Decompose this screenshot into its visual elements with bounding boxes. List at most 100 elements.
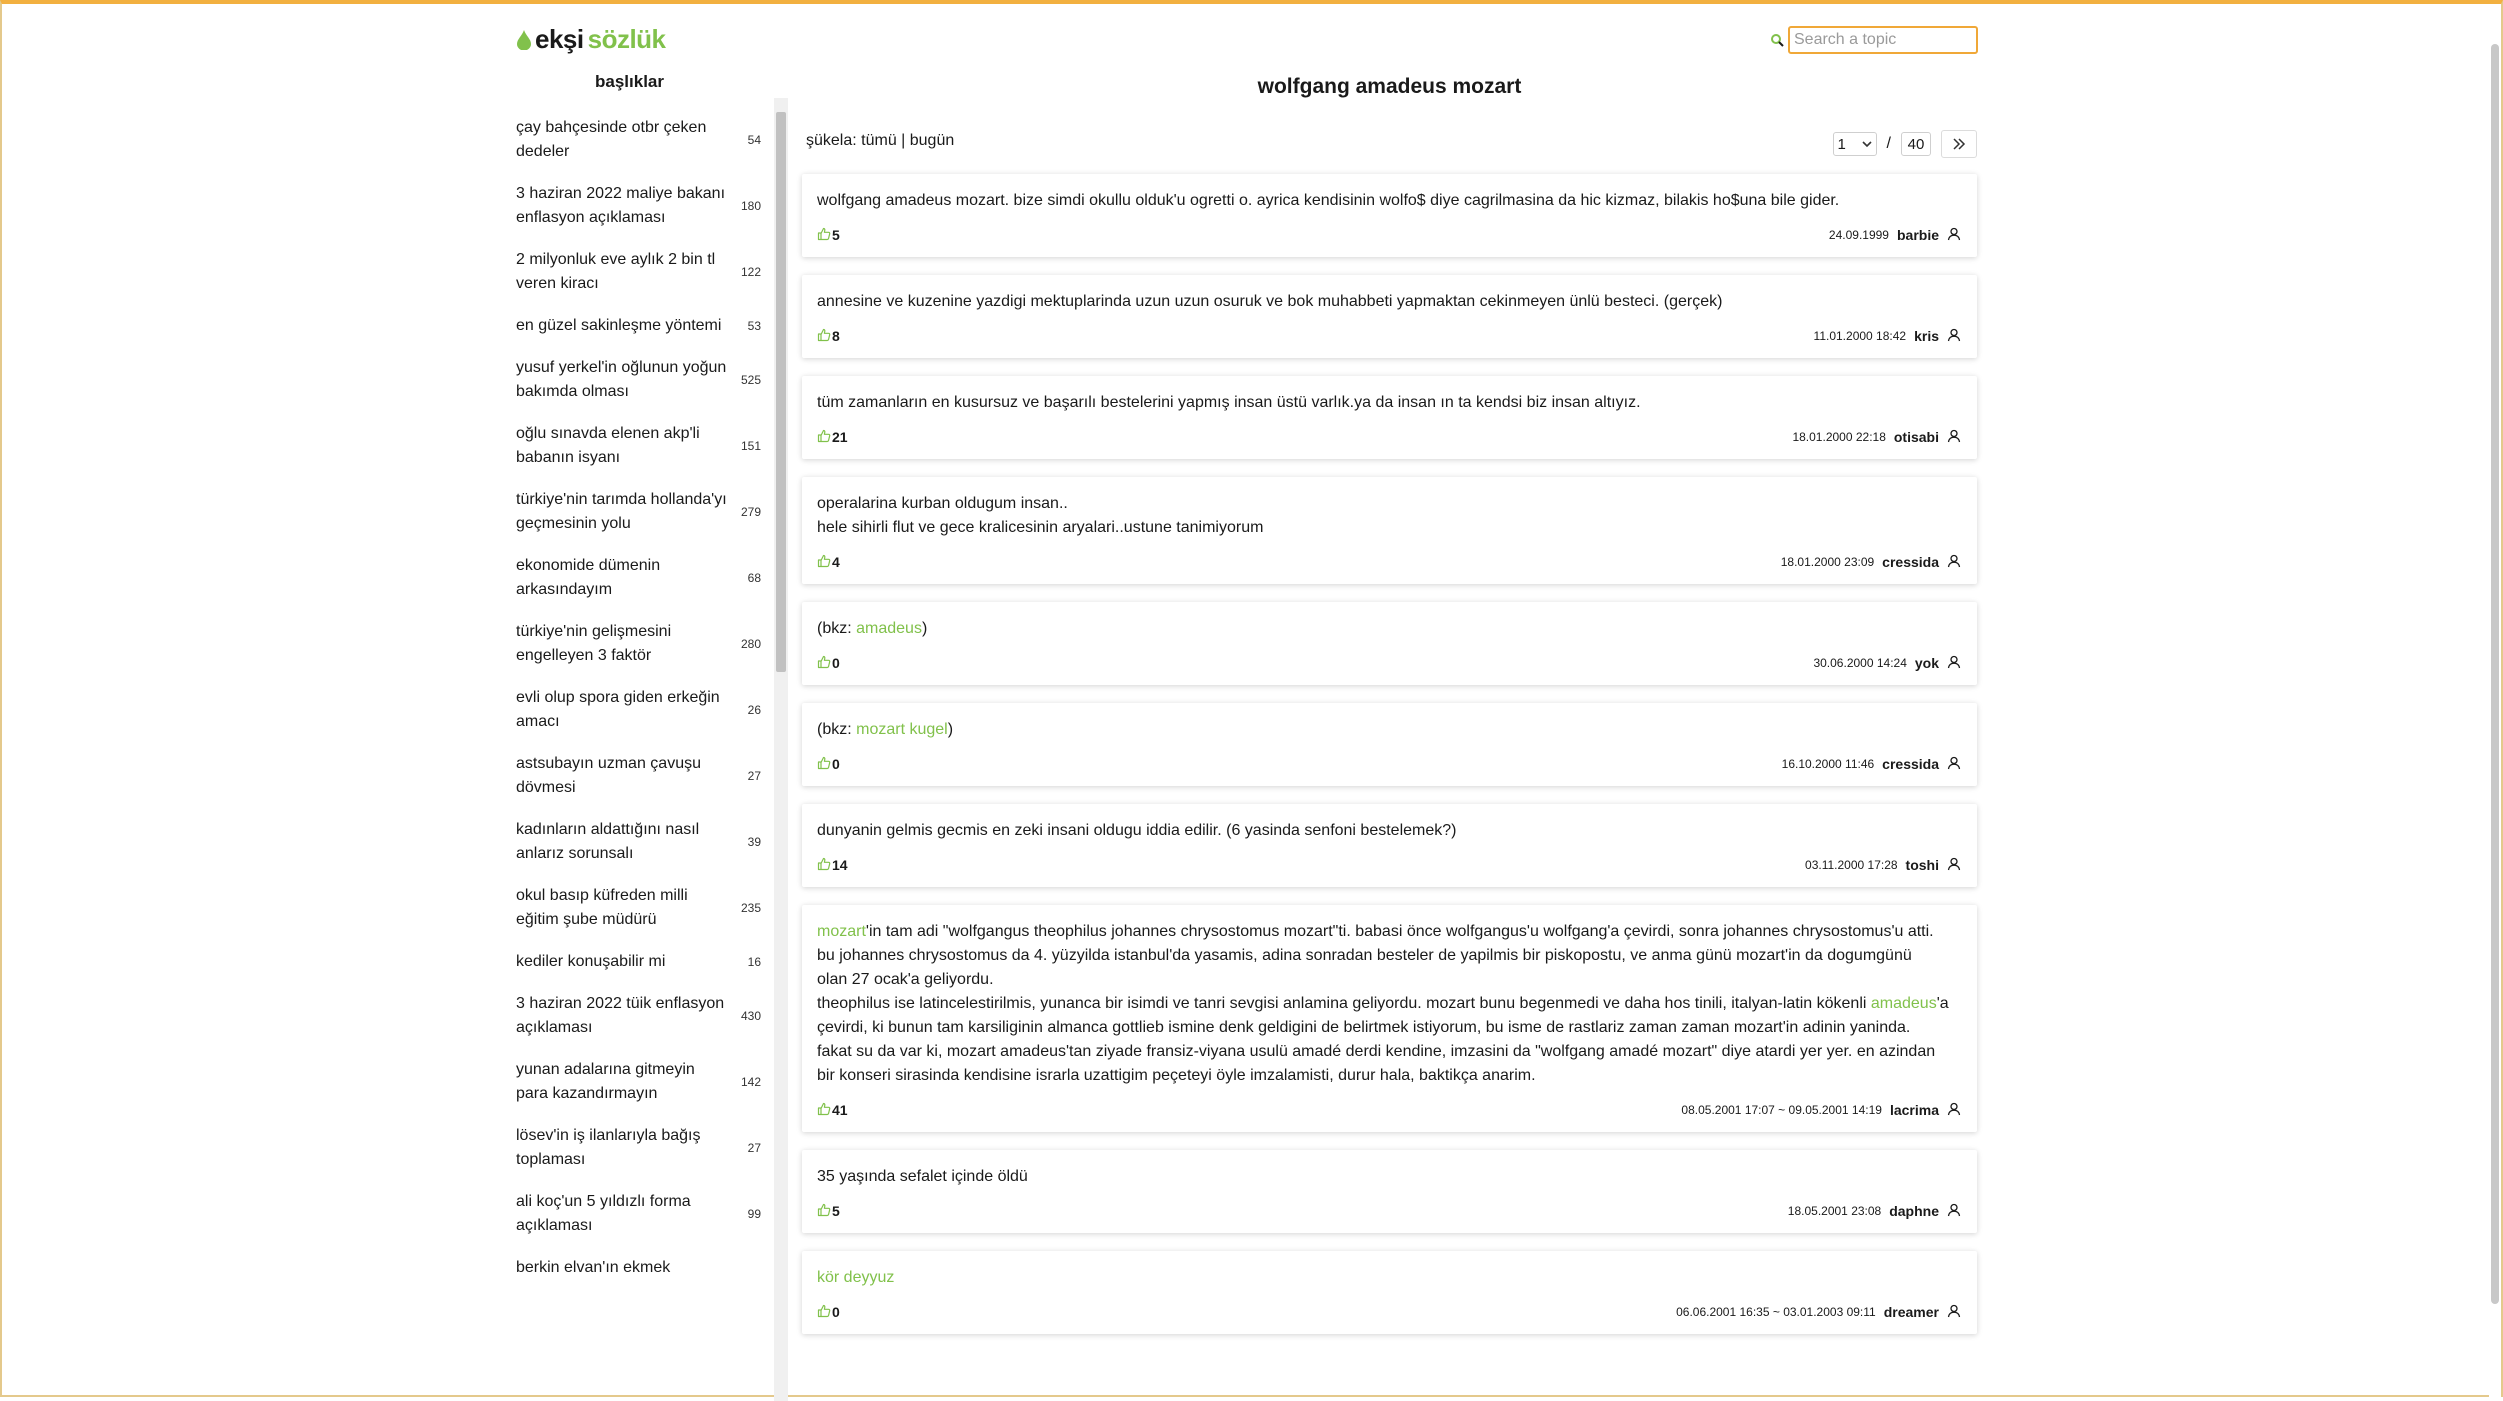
- favorite-button[interactable]: 14: [817, 857, 848, 874]
- user-icon[interactable]: [1947, 1304, 1961, 1321]
- sidebar: başlıklar çay bahçesinde otbr çeken dede…: [497, 64, 792, 1401]
- entry-author[interactable]: cressida: [1882, 756, 1939, 772]
- entry-date[interactable]: 18.01.2000 22:18: [1792, 430, 1885, 444]
- entry-author[interactable]: lacrima: [1890, 1102, 1939, 1118]
- entry-author[interactable]: kris: [1914, 328, 1939, 344]
- topic-item[interactable]: yusuf yerkel'in oğlunun yoğun bakımda ol…: [497, 347, 767, 413]
- entry-date[interactable]: 30.06.2000 14:24: [1813, 656, 1906, 670]
- entry-author[interactable]: yok: [1915, 655, 1939, 671]
- favorite-count: 41: [832, 1102, 848, 1118]
- entry-date[interactable]: 03.11.2000 17:28: [1805, 858, 1898, 872]
- double-chevron-right-icon: [1953, 138, 1966, 150]
- favorite-button[interactable]: 41: [817, 1102, 848, 1119]
- entry-text-segment: 35 yaşında sefalet içinde öldü: [817, 1168, 1028, 1185]
- total-pages[interactable]: 40: [1901, 132, 1931, 156]
- page-title[interactable]: wolfgang amadeus mozart: [802, 72, 1977, 102]
- topic-item[interactable]: türkiye'nin tarımda hollanda'yı geçmesin…: [497, 479, 767, 545]
- entry-meta: 16.10.2000 11:46 cressida: [1782, 756, 1961, 773]
- thumbs-up-icon: [817, 1203, 831, 1220]
- entry-date[interactable]: 18.01.2000 23:09: [1781, 555, 1874, 569]
- topic-item[interactable]: en güzel sakinleşme yöntemi 53: [497, 305, 767, 347]
- topic-item[interactable]: evli olup spora giden erkeğin amacı 26: [497, 677, 767, 743]
- user-icon[interactable]: [1947, 554, 1961, 571]
- site-logo[interactable]: ekşi sözlük: [517, 24, 666, 55]
- next-page-button[interactable]: [1941, 130, 1977, 158]
- entry-author[interactable]: barbie: [1897, 227, 1939, 243]
- entry-text: operalarina kurban oldugum insan.. hele …: [817, 492, 1961, 540]
- user-icon[interactable]: [1947, 328, 1961, 345]
- topic-item[interactable]: kadınların aldattığını nasıl anlarız sor…: [497, 809, 767, 875]
- favorite-button[interactable]: 0: [817, 1304, 840, 1321]
- entry-reference-link[interactable]: amadeus: [856, 620, 922, 637]
- favorite-button[interactable]: 0: [817, 756, 840, 773]
- entry-text: kör deyyuz: [817, 1266, 1961, 1290]
- entry-author[interactable]: toshi: [1906, 857, 1939, 873]
- user-icon[interactable]: [1947, 655, 1961, 672]
- entry-date[interactable]: 16.10.2000 11:46: [1782, 757, 1875, 771]
- favorite-button[interactable]: 4: [817, 554, 840, 571]
- topic-item[interactable]: 3 haziran 2022 maliye bakanı enflasyon a…: [497, 173, 767, 239]
- user-icon[interactable]: [1947, 429, 1961, 446]
- drop-logo-icon: [517, 29, 531, 50]
- topic-item[interactable]: astsubayın uzman çavuşu dövmesi 27: [497, 743, 767, 809]
- entry-date[interactable]: 18.05.2001 23:08: [1788, 1204, 1881, 1218]
- entry-reference-link[interactable]: mozart kugel: [856, 721, 948, 738]
- entry-text-segment: 'in tam adi "wolfgangus theophilus johan…: [817, 923, 1934, 1012]
- topic-item[interactable]: kediler konuşabilir mi 16: [497, 941, 767, 983]
- search-icon[interactable]: [1770, 33, 1784, 47]
- entry-date[interactable]: 08.05.2001 17:07 ~ 09.05.2001 14:19: [1681, 1103, 1882, 1117]
- entry-meta: 18.05.2001 23:08 daphne: [1788, 1203, 1961, 1220]
- user-icon[interactable]: [1947, 1102, 1961, 1119]
- entry-footer: 4 18.01.2000 23:09 cressida: [817, 552, 1961, 572]
- topic-item[interactable]: berkin elvan'ın ekmek: [497, 1247, 767, 1289]
- topic-item[interactable]: türkiye'nin gelişmesini engelleyen 3 fak…: [497, 611, 767, 677]
- topic-item[interactable]: oğlu sınavda elenen akp'li babanın isyan…: [497, 413, 767, 479]
- topic-entry-count: 142: [740, 1075, 761, 1089]
- search-input[interactable]: [1788, 26, 1978, 54]
- entry-text-segment: ): [947, 721, 954, 738]
- favorite-button[interactable]: 21: [817, 429, 848, 446]
- user-icon[interactable]: [1947, 227, 1961, 244]
- page-scrollbar-thumb[interactable]: [2491, 44, 2499, 1304]
- entry-reference-link[interactable]: mozart: [817, 923, 866, 940]
- sort-filter[interactable]: şükela: tümü | bugün: [806, 132, 954, 150]
- topic-entry-count: 26: [747, 703, 761, 717]
- topic-item[interactable]: ali koç'un 5 yıldızlı forma açıklaması 99: [497, 1181, 767, 1247]
- topic-item[interactable]: yunan adalarına gitmeyin para kazandırma…: [497, 1049, 767, 1115]
- favorite-count: 21: [832, 429, 848, 445]
- entry-author[interactable]: otisabi: [1894, 429, 1939, 445]
- topic-item[interactable]: ekonomide dümenin arkasındayım 68: [497, 545, 767, 611]
- topic-item[interactable]: 2 milyonluk eve aylık 2 bin tl veren kir…: [497, 239, 767, 305]
- topic-entry-count: 235: [740, 901, 761, 915]
- entry-reference-link[interactable]: kör deyyuz: [817, 1269, 894, 1286]
- topic-entry-count: 39: [747, 835, 761, 849]
- favorite-count: 4: [832, 554, 840, 570]
- topic-item[interactable]: 3 haziran 2022 tüik enflasyon açıklaması…: [497, 983, 767, 1049]
- thumbs-up-icon: [817, 554, 831, 571]
- topic-item[interactable]: lösev'in iş ilanlarıyla bağış toplaması 2…: [497, 1115, 767, 1181]
- logo-text-eksi: ekşi: [535, 24, 584, 54]
- user-icon[interactable]: [1947, 1203, 1961, 1220]
- favorite-button[interactable]: 8: [817, 328, 840, 345]
- favorite-button[interactable]: 5: [817, 1203, 840, 1220]
- entry-date[interactable]: 06.06.2001 16:35 ~ 03.01.2003 09:11: [1676, 1305, 1876, 1319]
- sidebar-scrollbar-thumb[interactable]: [776, 112, 786, 672]
- entry-date[interactable]: 11.01.2000 18:42: [1814, 329, 1907, 343]
- favorite-button[interactable]: 0: [817, 655, 840, 672]
- entry-author[interactable]: dreamer: [1884, 1304, 1939, 1320]
- page-select[interactable]: 1: [1832, 132, 1877, 156]
- entry-text: tüm zamanların en kusursuz ve başarılı b…: [817, 391, 1961, 415]
- entry-reference-link[interactable]: amadeus: [1871, 995, 1937, 1012]
- topic-title: ali koç'un 5 yıldızlı forma açıklaması: [516, 1193, 691, 1234]
- entry-author[interactable]: cressida: [1882, 554, 1939, 570]
- thumbs-up-icon: [817, 756, 831, 773]
- entry-author[interactable]: daphne: [1889, 1203, 1939, 1219]
- topic-item[interactable]: çay bahçesinde otbr çeken dedeler 54: [497, 107, 767, 173]
- user-icon[interactable]: [1947, 756, 1961, 773]
- topic-item[interactable]: okul basıp küfreden milli eğitim şube mü…: [497, 875, 767, 941]
- favorite-button[interactable]: 5: [817, 227, 840, 244]
- user-icon[interactable]: [1947, 857, 1961, 874]
- entry-date[interactable]: 24.09.1999: [1829, 228, 1889, 242]
- entry-card: dunyanin gelmis gecmis en zeki insani ol…: [802, 804, 1977, 887]
- entry-card: tüm zamanların en kusursuz ve başarılı b…: [802, 376, 1977, 459]
